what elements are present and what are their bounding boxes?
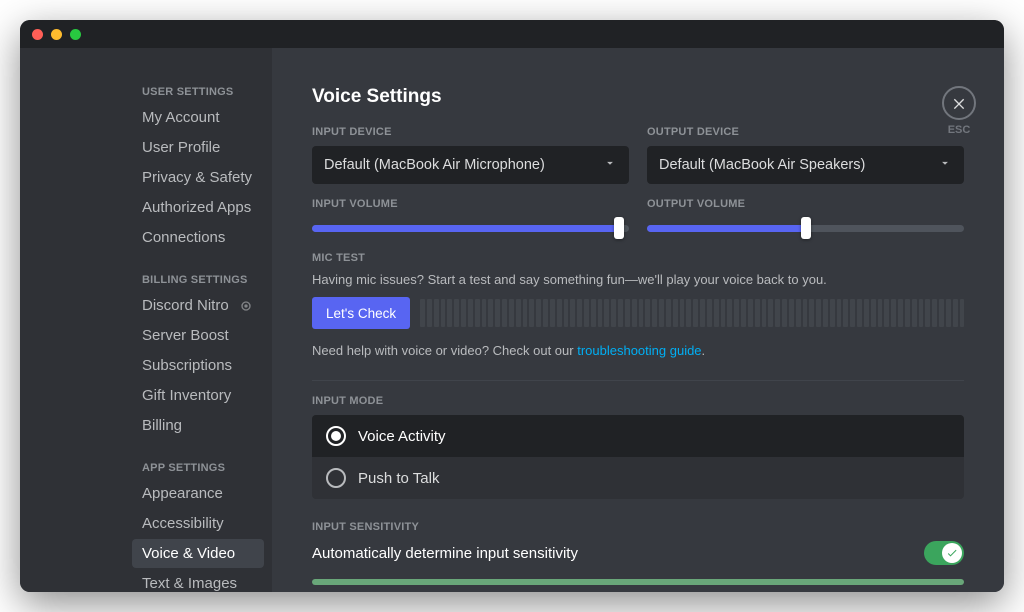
radio-label: Push to Talk — [358, 470, 439, 487]
voice-help-text: Need help with voice or video? Check out… — [312, 343, 964, 358]
settings-content: ESC Voice Settings INPUT DEVICE Default … — [272, 48, 1004, 592]
sidebar-item-label: Voice & Video — [142, 545, 235, 562]
close-button[interactable] — [942, 86, 976, 120]
sidebar-section-billing: BILLING SETTINGS — [132, 268, 264, 290]
input-device-label: INPUT DEVICE — [312, 126, 629, 138]
output-volume-label: OUTPUT VOLUME — [647, 198, 964, 210]
sidebar-item-label: My Account — [142, 109, 220, 126]
sidebar-item-billing[interactable]: Billing — [132, 411, 264, 440]
sidebar-item-label: Privacy & Safety — [142, 169, 252, 186]
sidebar-item-label: Text & Images — [142, 575, 237, 592]
settings-sidebar: USER SETTINGS My Account User Profile Priv… — [20, 48, 272, 592]
sidebar-item-connections[interactable]: Connections — [132, 223, 264, 252]
traffic-minimize[interactable] — [51, 29, 62, 40]
check-icon — [946, 547, 958, 559]
sidebar-item-label: Gift Inventory — [142, 387, 231, 404]
sidebar-item-appearance[interactable]: Appearance — [132, 479, 264, 508]
output-device-select[interactable]: Default (MacBook Air Speakers) — [647, 146, 964, 184]
chevron-down-icon — [938, 156, 952, 174]
sidebar-item-authorized-apps[interactable]: Authorized Apps — [132, 193, 264, 222]
sidebar-item-voice-video[interactable]: Voice & Video — [132, 539, 264, 568]
nitro-badge-icon — [238, 298, 254, 314]
sidebar-item-label: Authorized Apps — [142, 199, 251, 216]
sidebar-item-discord-nitro[interactable]: Discord Nitro — [132, 291, 264, 320]
output-volume-slider[interactable] — [647, 218, 964, 238]
sidebar-section-user: USER SETTINGS — [132, 80, 264, 102]
sidebar-item-privacy-safety[interactable]: Privacy & Safety — [132, 163, 264, 192]
input-volume-slider[interactable] — [312, 218, 629, 238]
chevron-down-icon — [603, 156, 617, 174]
app-window: USER SETTINGS My Account User Profile Priv… — [20, 20, 1004, 592]
sidebar-item-label: Connections — [142, 229, 225, 246]
mic-test-desc: Having mic issues? Start a test and say … — [312, 272, 964, 287]
sidebar-item-label: Appearance — [142, 485, 223, 502]
close-icon — [951, 95, 967, 111]
sidebar-section-app: APP SETTINGS — [132, 456, 264, 478]
auto-sensitivity-label: Automatically determine input sensitivit… — [312, 545, 578, 562]
input-mode-option-voice-activity[interactable]: Voice Activity — [312, 415, 964, 457]
close-label: ESC — [942, 124, 976, 136]
mic-test-button[interactable]: Let's Check — [312, 297, 410, 329]
radio-icon — [326, 426, 346, 446]
output-device-label: OUTPUT DEVICE — [647, 126, 964, 138]
input-device-select[interactable]: Default (MacBook Air Microphone) — [312, 146, 629, 184]
sidebar-item-my-account[interactable]: My Account — [132, 103, 264, 132]
input-device-value: Default (MacBook Air Microphone) — [324, 157, 545, 173]
sidebar-item-label: Billing — [142, 417, 182, 434]
troubleshooting-link[interactable]: troubleshooting guide — [577, 343, 701, 358]
input-sensitivity-label: INPUT SENSITIVITY — [312, 521, 964, 533]
sidebar-item-label: User Profile — [142, 139, 220, 156]
sidebar-item-subscriptions[interactable]: Subscriptions — [132, 351, 264, 380]
sidebar-item-accessibility[interactable]: Accessibility — [132, 509, 264, 538]
sidebar-item-user-profile[interactable]: User Profile — [132, 133, 264, 162]
mic-test-label: MIC TEST — [312, 252, 964, 264]
titlebar — [20, 20, 1004, 48]
sidebar-item-label: Server Boost — [142, 327, 229, 344]
input-mode-option-push-to-talk[interactable]: Push to Talk — [312, 457, 964, 499]
traffic-close[interactable] — [32, 29, 43, 40]
output-device-value: Default (MacBook Air Speakers) — [659, 157, 865, 173]
sensitivity-meter — [312, 579, 964, 585]
sidebar-item-text-images[interactable]: Text & Images — [132, 569, 264, 592]
divider — [312, 380, 964, 381]
toggle-knob — [942, 543, 962, 563]
sidebar-item-label: Accessibility — [142, 515, 224, 532]
input-mode-group: Voice Activity Push to Talk — [312, 415, 964, 499]
sidebar-item-label: Discord Nitro — [142, 297, 229, 314]
page-title: Voice Settings — [312, 86, 964, 108]
input-mode-label: INPUT MODE — [312, 395, 964, 407]
radio-icon — [326, 468, 346, 488]
input-volume-label: INPUT VOLUME — [312, 198, 629, 210]
mic-level-meter — [420, 299, 964, 327]
sidebar-item-label: Subscriptions — [142, 357, 232, 374]
radio-label: Voice Activity — [358, 428, 446, 445]
auto-sensitivity-toggle[interactable] — [924, 541, 964, 565]
traffic-maximize[interactable] — [70, 29, 81, 40]
sidebar-item-gift-inventory[interactable]: Gift Inventory — [132, 381, 264, 410]
sidebar-item-server-boost[interactable]: Server Boost — [132, 321, 264, 350]
